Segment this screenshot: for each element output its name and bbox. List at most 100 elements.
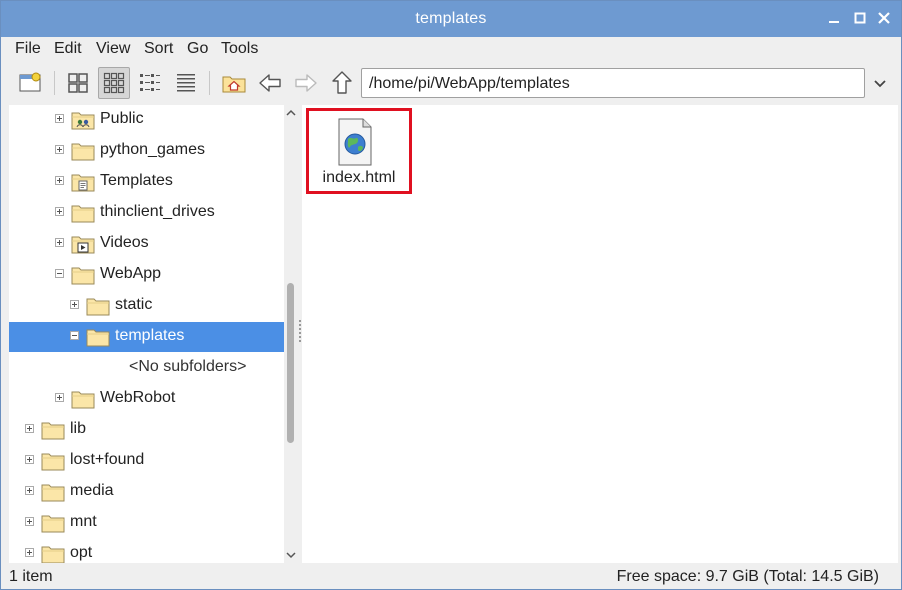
expand-icon[interactable] xyxy=(25,548,34,557)
toolbar: /home/pi/WebApp/templates xyxy=(1,63,901,105)
thumbnail-view-button[interactable] xyxy=(98,67,130,99)
collapse-icon[interactable] xyxy=(70,331,79,340)
file-view[interactable]: index.html xyxy=(302,105,898,563)
folder-icon xyxy=(71,389,95,409)
folder-icon xyxy=(41,513,65,533)
expand-icon[interactable] xyxy=(55,238,64,247)
expand-icon[interactable] xyxy=(25,424,34,433)
expand-icon[interactable] xyxy=(25,486,34,495)
menu-tools[interactable]: Tools xyxy=(221,40,258,58)
tree-item-label: lost+found xyxy=(70,451,145,468)
icon-view-icon xyxy=(68,73,88,93)
tree-item-label: opt xyxy=(70,544,93,561)
tree-item-label: mnt xyxy=(70,513,97,530)
folder-icon xyxy=(41,420,65,440)
tree-item-label: lib xyxy=(70,420,87,437)
window-title: templates xyxy=(415,10,487,27)
menu-go[interactable]: Go xyxy=(187,40,208,58)
tree-item[interactable]: Videos xyxy=(9,229,284,259)
menu-sort[interactable]: Sort xyxy=(144,40,173,58)
arrow-right-icon xyxy=(295,74,317,92)
tree-item-label: WebApp xyxy=(100,265,162,282)
folder-icon xyxy=(71,265,95,285)
folder-icon xyxy=(41,544,65,563)
videos-folder-icon xyxy=(71,234,95,254)
expand-icon[interactable] xyxy=(55,393,64,402)
file-item-index-html[interactable]: index.html xyxy=(306,108,412,194)
back-button[interactable] xyxy=(254,67,286,99)
new-window-icon xyxy=(19,72,41,92)
home-button[interactable] xyxy=(218,67,250,99)
tree-scrollbar[interactable] xyxy=(284,105,298,563)
home-folder-icon xyxy=(222,76,246,93)
expand-icon[interactable] xyxy=(55,207,64,216)
thumbnail-view-icon xyxy=(103,72,125,94)
folder-icon xyxy=(71,203,95,223)
expand-icon[interactable] xyxy=(55,145,64,154)
detailed-list-icon xyxy=(177,74,195,92)
status-bar: 1 item Free space: 9.7 GiB (Total: 14.5 … xyxy=(1,563,901,589)
tree-item[interactable]: Templates xyxy=(9,167,284,197)
compact-view-button[interactable] xyxy=(134,67,166,99)
menu-file[interactable]: File xyxy=(15,40,41,58)
location-bar[interactable]: /home/pi/WebApp/templates xyxy=(361,68,865,98)
tree-item-label: <No subfolders> xyxy=(129,358,247,375)
tree-item-label: Videos xyxy=(100,234,149,251)
tree-item-label: WebRobot xyxy=(100,389,176,406)
menu-view[interactable]: View xyxy=(96,40,130,58)
chevron-down-icon xyxy=(874,80,886,88)
directory-tree[interactable]: Public python_games Templates thinclient_dr… xyxy=(9,105,284,563)
tree-item-label: Public xyxy=(100,110,144,127)
minimize-button[interactable] xyxy=(827,11,841,25)
expand-icon[interactable] xyxy=(55,114,64,123)
folder-icon xyxy=(71,141,95,161)
folder-icon xyxy=(41,451,65,471)
tree-item[interactable]: WebRobot xyxy=(9,384,284,414)
free-space: Free space: 9.7 GiB (Total: 14.5 GiB) xyxy=(616,568,879,585)
public-folder-icon xyxy=(71,110,95,130)
folder-icon xyxy=(41,482,65,502)
icon-view-button[interactable] xyxy=(62,67,94,99)
menu-edit[interactable]: Edit xyxy=(54,40,82,58)
tree-item-label: static xyxy=(115,296,153,313)
detailed-list-view-button[interactable] xyxy=(170,67,202,99)
tree-item[interactable]: media xyxy=(9,477,284,507)
tree-item[interactable]: templates xyxy=(9,322,284,352)
file-manager-window: templates File Edit View Sort Go Tools /… xyxy=(0,0,902,590)
folder-icon xyxy=(86,327,110,347)
splitter-grip xyxy=(299,320,301,344)
title-bar[interactable]: templates xyxy=(1,1,901,37)
maximize-button[interactable] xyxy=(853,11,867,25)
expand-icon[interactable] xyxy=(55,176,64,185)
tree-item[interactable]: opt xyxy=(9,539,284,563)
location-history-dropdown[interactable] xyxy=(871,75,889,93)
tree-item[interactable]: static xyxy=(9,291,284,321)
tree-item[interactable]: lost+found xyxy=(9,446,284,476)
menu-bar: File Edit View Sort Go Tools xyxy=(1,37,901,63)
tree-scroll-thumb[interactable] xyxy=(287,283,294,443)
expand-icon[interactable] xyxy=(25,455,34,464)
tree-item-label: python_games xyxy=(100,141,205,158)
tree-item[interactable]: thinclient_drives xyxy=(9,198,284,228)
expand-icon[interactable] xyxy=(70,300,79,309)
tree-item[interactable]: Public xyxy=(9,105,284,135)
tree-item-label: media xyxy=(70,482,114,499)
item-count: 1 item xyxy=(9,568,53,585)
collapse-icon[interactable] xyxy=(55,269,64,278)
close-button[interactable] xyxy=(877,11,891,25)
forward-button[interactable] xyxy=(290,67,322,99)
scroll-up-icon[interactable] xyxy=(285,107,297,119)
tree-item[interactable]: lib xyxy=(9,415,284,445)
new-window-button[interactable] xyxy=(15,67,47,99)
location-path: /home/pi/WebApp/templates xyxy=(369,75,570,92)
tree-item[interactable]: python_games xyxy=(9,136,284,166)
html-file-icon xyxy=(338,118,372,166)
tree-item[interactable]: <No subfolders> xyxy=(9,353,284,383)
tree-item[interactable]: WebApp xyxy=(9,260,284,290)
scroll-down-icon[interactable] xyxy=(285,549,297,561)
expand-icon[interactable] xyxy=(25,517,34,526)
file-name: index.html xyxy=(322,169,396,186)
tree-item-label: Templates xyxy=(100,172,173,189)
tree-item[interactable]: mnt xyxy=(9,508,284,538)
up-button[interactable] xyxy=(326,67,358,99)
